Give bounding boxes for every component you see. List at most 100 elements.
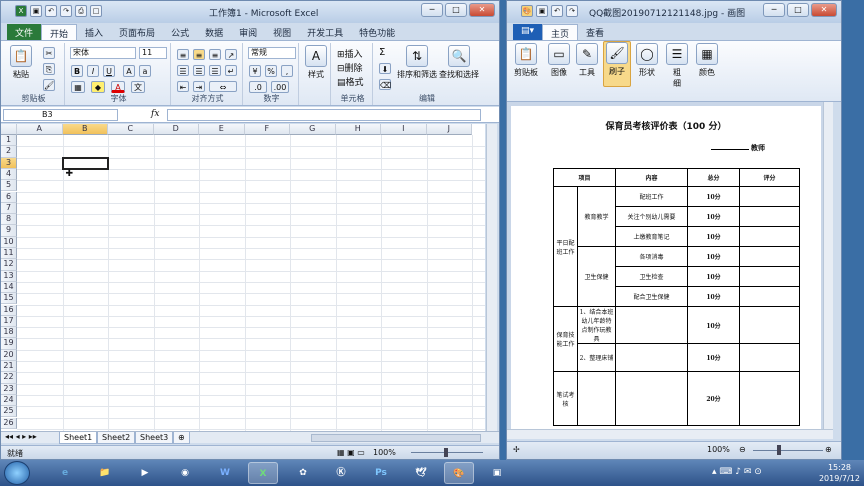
align-top-icon[interactable]: ≡ [177,49,189,60]
format-painter-icon[interactable]: 🖌 [43,79,55,91]
paint-shapes-button[interactable]: ◯ 形状 [633,43,661,78]
active-cell[interactable] [61,156,109,170]
rating-8[interactable] [739,343,800,372]
paste-button[interactable]: 📋 粘贴 [9,45,33,80]
fill-color-icon[interactable]: ◆ [91,81,105,93]
paint-canvas-area[interactable]: 保育员考核评价表（100 分） 教师 项目 内容 总分 评分 平日配班工作 教育… [507,102,833,431]
column-header-e[interactable]: E [199,124,245,135]
sort-filter-button[interactable]: ⇅ 排序和筛选 [397,45,437,80]
paint-minimize-button[interactable]: ─ [763,3,785,17]
row-header-14[interactable]: 14 [1,281,17,294]
comma-button[interactable]: , [281,65,293,77]
view-normal-icon[interactable]: ▦ ▣ ▭ [337,448,365,457]
column-header-b[interactable]: B [62,124,108,135]
row-header-19[interactable]: 19 [1,338,17,350]
column-header-i[interactable]: I [381,124,427,135]
paint-clipboard-button[interactable]: 📋 剪贴板 [511,43,541,78]
align-middle-icon[interactable]: ≡ [193,49,205,60]
tab-developer[interactable]: 开发工具 [299,24,351,40]
paint-app-icon[interactable]: 🎨 [521,5,533,17]
tab-file[interactable]: 文件 [7,24,42,40]
media-player-icon[interactable]: ▶ [130,462,160,484]
row-header-10[interactable]: 10 [1,236,17,248]
decrease-indent-icon[interactable]: ⇤ [177,81,189,92]
flower-icon[interactable]: ✿ [288,462,318,484]
tab-home[interactable]: 开始 [41,24,78,40]
zoom-out-icon[interactable]: ⊖ [739,445,746,454]
row-header-12[interactable]: 12 [1,259,17,271]
row-header-6[interactable]: 6 [1,191,17,203]
insert-function-icon[interactable]: fx [151,109,159,119]
system-tray-icons[interactable]: ▴ ⌨ ♪ ✉ ⊙ [712,467,762,477]
row-header-8[interactable]: 8 [1,214,17,226]
name-box[interactable]: B3 [3,109,118,121]
percent-button[interactable]: % [265,65,277,77]
font-color-button[interactable]: A [111,81,125,93]
excel-horizontal-scrollbar[interactable] [311,434,481,442]
orientation-icon[interactable]: ↗ [225,49,237,60]
paint-close-button[interactable]: ✕ [811,3,837,17]
zoom-slider-thumb[interactable] [444,448,448,457]
redo-icon[interactable]: ↷ [60,5,72,17]
rating-4[interactable] [739,246,800,267]
align-right-icon[interactable]: ☰ [209,65,221,76]
row-header-13[interactable]: 13 [1,270,17,282]
paint-tab-home[interactable]: 主页 [542,24,579,40]
sheet-nav-icon[interactable]: ◂◂ ◂ ▸ ▸▸ [5,432,37,441]
maximize-button[interactable]: □ [445,3,467,17]
rating-1[interactable] [739,186,800,207]
font-shrink-icon[interactable]: a [139,65,151,77]
worksheet-grid[interactable]: A B C D E F G H I J 1 2 3 4 5 6 7 8 9 10 11 12 13 14 15 16 17 18 19 2… [1,124,485,431]
increase-indent-icon[interactable]: ⇥ [193,81,205,92]
sheet-tab-1[interactable]: Sheet1 [59,432,98,444]
bold-button[interactable]: B [71,65,83,77]
formula-input[interactable] [167,109,481,121]
paint-colors-button[interactable]: ▦ 颜色 [693,43,721,78]
styles-button[interactable]: A 样式 [304,45,328,80]
select-all-corner[interactable] [1,124,17,135]
paint-zoom-thumb[interactable] [777,445,781,455]
italic-button[interactable]: I [87,65,99,77]
row-header-3[interactable]: 3 [1,157,17,169]
tab-data[interactable]: 数据 [197,24,231,40]
align-bottom-icon[interactable]: ≡ [209,49,221,60]
row-header-17[interactable]: 17 [1,315,17,328]
rating-6[interactable] [739,286,800,307]
paint-save-icon[interactable]: ▣ [536,5,548,17]
tab-formulas[interactable]: 公式 [163,24,197,40]
save-icon[interactable]: ▣ [30,5,42,17]
new-sheet-icon[interactable]: ⊕ [173,432,190,444]
row-header-11[interactable]: 11 [1,248,17,260]
tab-page-layout[interactable]: 页面布局 [111,24,163,40]
print-icon[interactable]: ⎙ [75,5,87,17]
paint-vertical-scrollbar[interactable] [823,102,833,429]
paint-titlebar[interactable]: 🎨 ▣ ↶ ↷ QQ截图20190712121148.jpg - 画图 ─ □ … [507,1,841,23]
paint-size-button[interactable]: ☰ 粗细 [663,43,691,89]
cut-icon[interactable]: ✂ [43,47,55,59]
k-app-icon[interactable]: Ⓚ [326,462,356,484]
column-header-g[interactable]: G [290,124,336,135]
border-icon[interactable]: ▦ [71,81,85,93]
explorer-icon[interactable]: 📁 [90,462,120,484]
decrease-decimal-icon[interactable]: .00 [271,81,289,93]
row-header-22[interactable]: 22 [1,372,17,384]
insert-cells-button[interactable]: ⊞插入 [337,47,363,60]
column-header-j[interactable]: J [426,124,472,135]
paint-horizontal-scrollbar[interactable] [507,429,833,439]
rating-7[interactable] [739,306,800,344]
merge-center-icon[interactable]: ⇔ [209,81,237,92]
number-format-select[interactable]: 常规 [248,47,296,59]
row-header-5[interactable]: 5 [1,180,17,192]
autosum-button[interactable]: Σ [379,47,385,58]
rating-3[interactable] [739,226,800,247]
phonetic-icon[interactable]: 文 [131,81,145,93]
minimize-button[interactable]: ─ [421,3,443,17]
excel-titlebar[interactable]: X ▣ ↶ ↷ ⎙ □ 工作簿1 - Microsoft Excel ─ □ ✕ [1,1,499,23]
sheet-tab-3[interactable]: Sheet3 [135,432,174,444]
rating-5[interactable] [739,266,800,287]
fill-icon[interactable]: ⬇ [379,63,391,74]
paint-zoom-slider[interactable] [753,450,823,451]
paint-redo-icon[interactable]: ↷ [566,5,578,17]
align-center-icon[interactable]: ☰ [193,65,205,76]
video-icon[interactable]: ▣ [482,462,512,484]
